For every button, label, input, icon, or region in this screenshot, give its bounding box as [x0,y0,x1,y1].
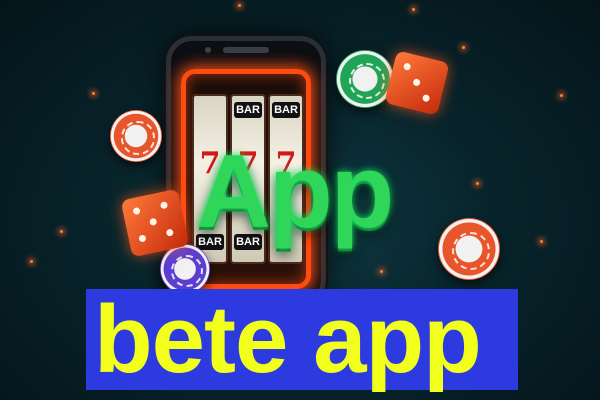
spark [30,260,33,263]
headline: App [196,134,394,250]
dice-icon [120,188,190,258]
die-pip [159,201,169,210]
spark [412,8,415,11]
die-pip [132,206,141,216]
die-pip [412,78,421,87]
banner-title: bete app [94,286,482,393]
phone-camera [205,47,211,53]
spark [60,230,63,233]
spark [560,94,563,97]
die-pip [402,62,412,71]
die-pip [149,217,158,226]
reel-bar: BAR [272,102,300,118]
die-pip [421,93,431,103]
spark [540,240,543,243]
hero-image: 7 BAR BAR 7 BAR BAR 7 App bete app [0,0,600,400]
dice-icon [384,50,450,116]
spark [92,92,95,95]
reel-bar: BAR [234,102,262,118]
die-pip [138,234,147,243]
spark [476,182,479,185]
poker-chip-icon [110,110,162,162]
spark [462,46,465,49]
spark [238,4,241,7]
spark [380,270,383,273]
poker-chip-icon [438,218,500,280]
die-pip [165,228,174,237]
phone-speaker [223,47,269,53]
